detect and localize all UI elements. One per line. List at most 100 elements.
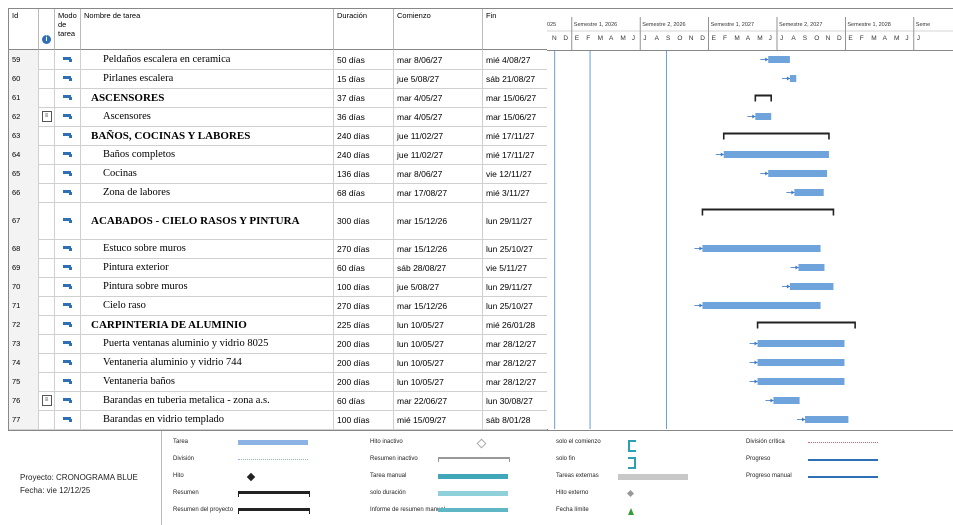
- task-id[interactable]: 59: [9, 50, 39, 69]
- task-bar[interactable]: [798, 264, 825, 271]
- task-mode[interactable]: [55, 334, 81, 353]
- task-start[interactable]: mar 17/08/27: [394, 183, 483, 202]
- task-id[interactable]: 67: [9, 202, 39, 239]
- task-mode[interactable]: [55, 183, 81, 202]
- task-id[interactable]: 68: [9, 239, 39, 258]
- task-duration[interactable]: 50 días: [334, 50, 394, 69]
- task-bar[interactable]: [702, 245, 821, 252]
- task-start[interactable]: lun 10/05/27: [394, 353, 483, 372]
- task-start[interactable]: sáb 28/08/27: [394, 258, 483, 277]
- task-bar[interactable]: [757, 378, 845, 385]
- task-id[interactable]: 75: [9, 372, 39, 391]
- task-end[interactable]: sáb 8/01/28: [483, 410, 547, 429]
- header-name[interactable]: Nombre de tarea: [81, 9, 334, 50]
- task-start[interactable]: mar 15/12/26: [394, 296, 483, 315]
- task-id[interactable]: 73: [9, 334, 39, 353]
- task-end[interactable]: lun 25/10/27: [483, 239, 547, 258]
- task-mode[interactable]: [55, 391, 81, 410]
- task-row[interactable]: 72 CARPINTERIA DE ALUMINIO 225 días lun 10/…: [9, 315, 547, 335]
- task-bar[interactable]: [723, 151, 829, 158]
- task-start[interactable]: lun 10/05/27: [394, 334, 483, 353]
- task-mode[interactable]: [55, 277, 81, 296]
- task-row[interactable]: 76 ≡ Barandas en tuberia metalica - zona a…: [9, 391, 547, 411]
- task-name[interactable]: ACABADOS - CIELO RASOS Y PINTURA: [81, 202, 334, 239]
- task-start[interactable]: jue 5/08/27: [394, 277, 483, 296]
- task-end[interactable]: mar 15/06/27: [483, 88, 547, 107]
- task-mode[interactable]: [55, 107, 81, 126]
- task-name[interactable]: Ascensores: [81, 107, 334, 126]
- task-id[interactable]: 72: [9, 315, 39, 334]
- task-end[interactable]: mar 28/12/27: [483, 372, 547, 391]
- task-row[interactable]: 77 Barandas en vidrio templado 100 días mié…: [9, 410, 547, 430]
- task-start[interactable]: mar 22/06/27: [394, 391, 483, 410]
- task-id[interactable]: 77: [9, 410, 39, 429]
- task-row[interactable]: 64 Baños completos 240 días jue 11/02/27 mié…: [9, 145, 547, 165]
- task-name[interactable]: Puerta ventanas aluminio y vidrio 8025: [81, 334, 334, 353]
- task-start[interactable]: mar 8/06/27: [394, 164, 483, 183]
- task-duration[interactable]: 225 días: [334, 315, 394, 334]
- task-start[interactable]: jue 5/08/27: [394, 69, 483, 88]
- task-id[interactable]: 71: [9, 296, 39, 315]
- task-start[interactable]: lun 10/05/27: [394, 315, 483, 334]
- task-row[interactable]: 75 Ventaneria baños 200 días lun 10/05/27 ma…: [9, 372, 547, 392]
- task-end[interactable]: mar 28/12/27: [483, 353, 547, 372]
- task-name[interactable]: Ventaneria aluminio y vidrio 744: [81, 353, 334, 372]
- task-duration[interactable]: 100 días: [334, 410, 394, 429]
- task-start[interactable]: mar 4/05/27: [394, 88, 483, 107]
- task-bar[interactable]: [768, 56, 790, 63]
- task-duration[interactable]: 240 días: [334, 145, 394, 164]
- task-end[interactable]: mar 28/12/27: [483, 334, 547, 353]
- task-row[interactable]: 71 Cielo raso 270 días mar 15/12/26 lun 25/1…: [9, 296, 547, 316]
- task-end[interactable]: mié 3/11/27: [483, 183, 547, 202]
- task-duration[interactable]: 200 días: [334, 372, 394, 391]
- task-name[interactable]: ASCENSORES: [81, 88, 334, 107]
- task-duration[interactable]: 240 días: [334, 126, 394, 145]
- task-mode[interactable]: [55, 69, 81, 88]
- task-duration[interactable]: 100 días: [334, 277, 394, 296]
- header-start[interactable]: Comienzo: [394, 9, 483, 50]
- task-mode[interactable]: [55, 88, 81, 107]
- task-row[interactable]: 66 Zona de labores 68 días mar 17/08/27 mié …: [9, 183, 547, 203]
- task-row[interactable]: 60 Pirlanes escalera 15 días jue 5/08/27 sáb…: [9, 69, 547, 89]
- task-duration[interactable]: 37 días: [334, 88, 394, 107]
- task-row[interactable]: 67 ACABADOS - CIELO RASOS Y PINTURA 300 dí…: [9, 202, 547, 240]
- task-id[interactable]: 70: [9, 277, 39, 296]
- task-mode[interactable]: [55, 372, 81, 391]
- header-end[interactable]: Fin: [483, 9, 547, 50]
- task-mode[interactable]: [55, 410, 81, 429]
- task-end[interactable]: lun 29/11/27: [483, 202, 547, 239]
- task-duration[interactable]: 60 días: [334, 258, 394, 277]
- task-mode[interactable]: [55, 164, 81, 183]
- task-end[interactable]: lun 29/11/27: [483, 277, 547, 296]
- task-end[interactable]: mié 4/08/27: [483, 50, 547, 69]
- header-info[interactable]: i: [39, 9, 55, 50]
- task-name[interactable]: Baños completos: [81, 145, 334, 164]
- task-mode[interactable]: [55, 315, 81, 334]
- task-duration[interactable]: 60 días: [334, 391, 394, 410]
- task-duration[interactable]: 200 días: [334, 334, 394, 353]
- task-name[interactable]: Cielo raso: [81, 296, 334, 315]
- task-name[interactable]: Pirlanes escalera: [81, 69, 334, 88]
- task-id[interactable]: 64: [9, 145, 39, 164]
- task-end[interactable]: vie 5/11/27: [483, 258, 547, 277]
- task-row[interactable]: 59 Peldaños escalera en ceramica 50 días ma…: [9, 50, 547, 70]
- task-start[interactable]: mar 15/12/26: [394, 202, 483, 239]
- task-row[interactable]: 70 Pintura sobre muros 100 días jue 5/08/27…: [9, 277, 547, 297]
- task-bar[interactable]: [773, 397, 800, 404]
- task-duration[interactable]: 300 días: [334, 202, 394, 239]
- task-start[interactable]: mar 4/05/27: [394, 107, 483, 126]
- task-start[interactable]: jue 11/02/27: [394, 145, 483, 164]
- task-id[interactable]: 69: [9, 258, 39, 277]
- task-name[interactable]: Ventaneria baños: [81, 372, 334, 391]
- task-bar[interactable]: [757, 359, 845, 366]
- task-id[interactable]: 76: [9, 391, 39, 410]
- task-mode[interactable]: [55, 296, 81, 315]
- task-start[interactable]: lun 10/05/27: [394, 372, 483, 391]
- task-mode[interactable]: [55, 353, 81, 372]
- task-name[interactable]: Zona de labores: [81, 183, 334, 202]
- task-id[interactable]: 60: [9, 69, 39, 88]
- task-name[interactable]: CARPINTERIA DE ALUMINIO: [81, 315, 334, 334]
- task-start[interactable]: mar 8/06/27: [394, 50, 483, 69]
- task-row[interactable]: 63 BAÑOS, COCINAS Y LABORES 240 días jue 11…: [9, 126, 547, 146]
- note-icon[interactable]: ≡: [41, 395, 52, 406]
